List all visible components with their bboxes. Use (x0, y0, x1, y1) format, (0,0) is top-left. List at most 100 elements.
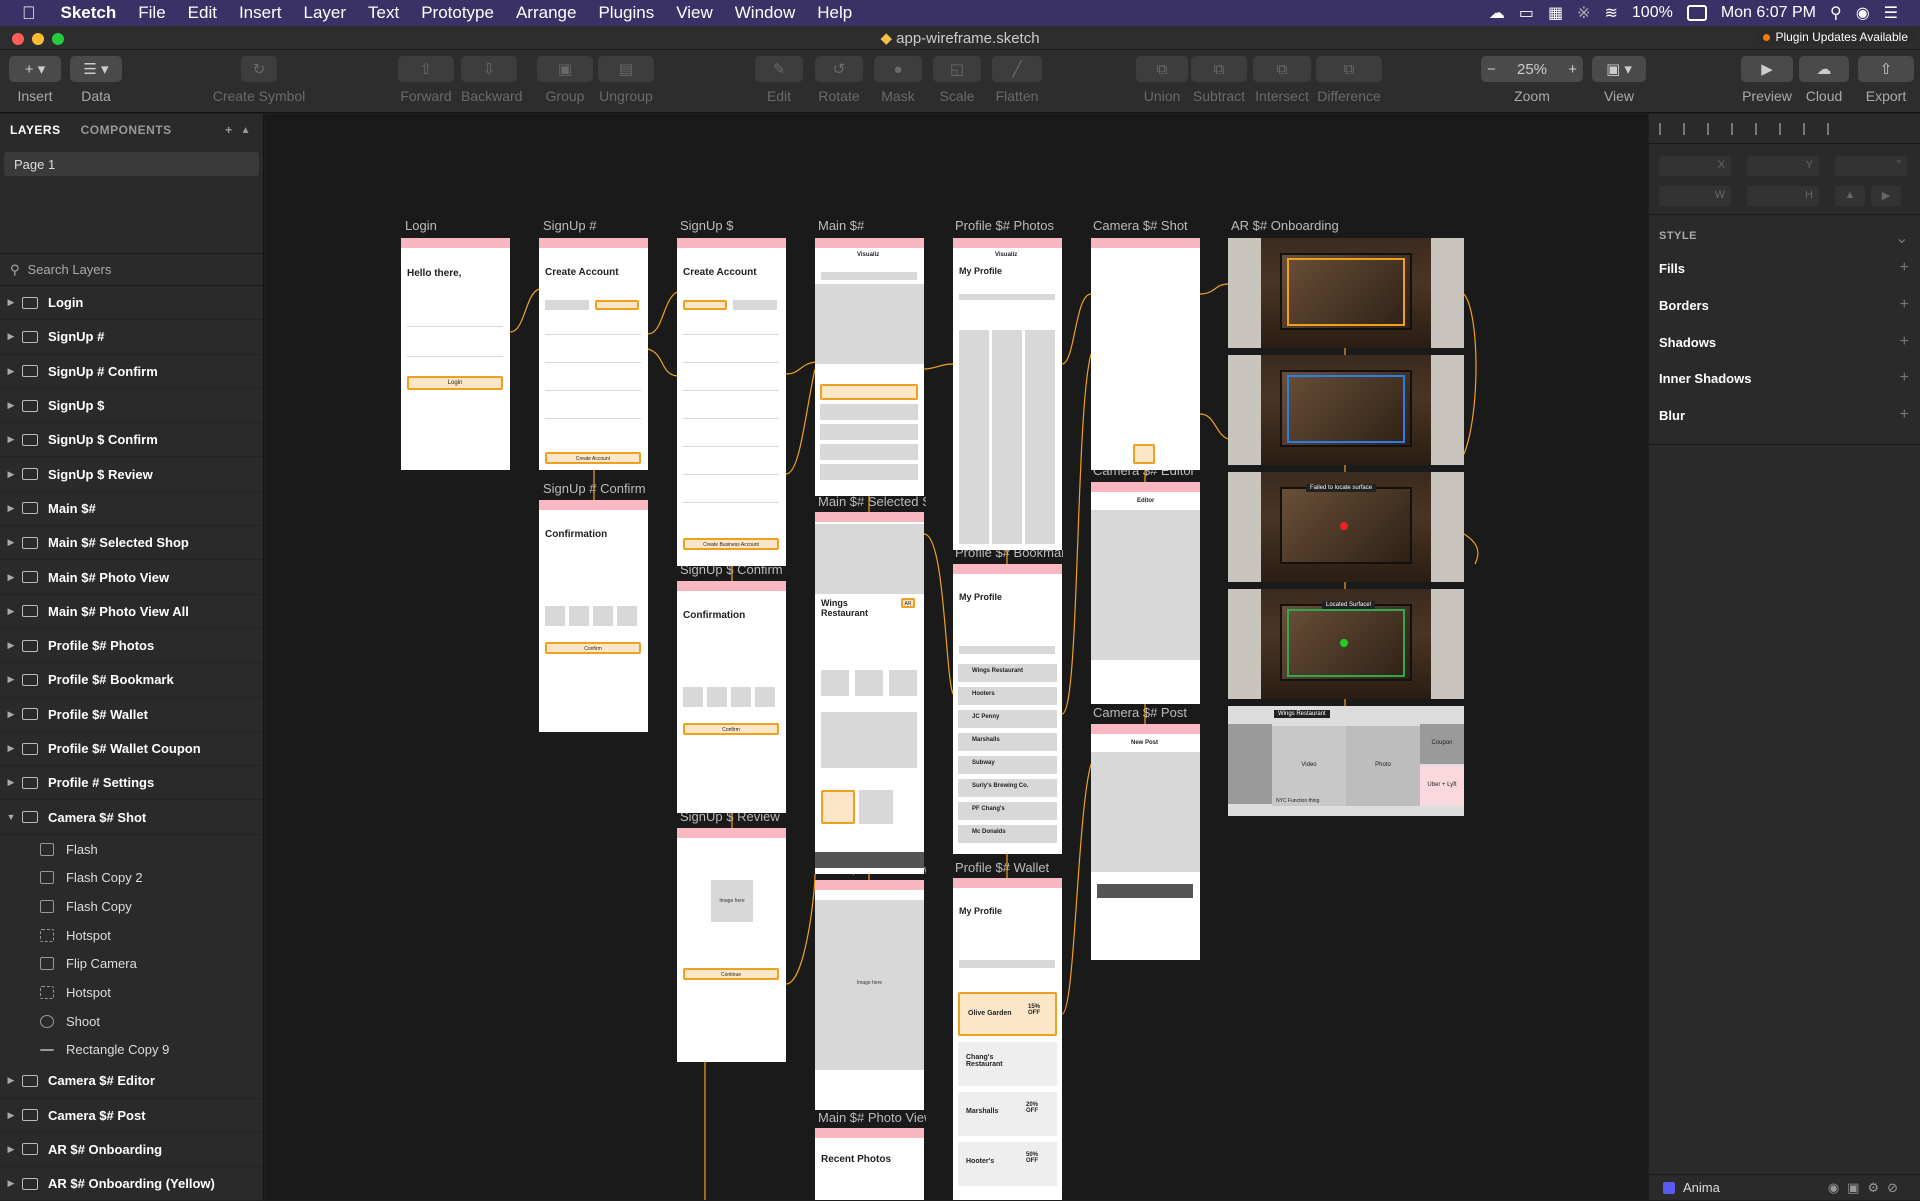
disclosure-closed-icon[interactable]: ▶ (0, 640, 22, 651)
layer-child-row[interactable]: Shoot (0, 1007, 263, 1036)
disclosure-closed-icon[interactable]: ▶ (0, 1178, 22, 1189)
rotation-field[interactable]: ° (1835, 156, 1907, 176)
chevron-down-icon[interactable]: ⌄ (1895, 228, 1909, 248)
battery-icon[interactable] (1686, 5, 1707, 21)
insert-tool[interactable]: + ▾ Insert (9, 56, 61, 104)
disclosure-closed-icon[interactable]: ▶ (0, 434, 22, 445)
search-input[interactable]: Search Layers (28, 262, 112, 277)
plus-icon[interactable]: + ▾ (9, 56, 61, 82)
backward-icon[interactable]: ⇩ (461, 56, 517, 82)
disclosure-closed-icon[interactable]: ▶ (0, 400, 22, 411)
menu-plugins[interactable]: Plugins (587, 3, 665, 23)
disclosure-closed-icon[interactable]: ▶ (0, 503, 22, 514)
layer-search[interactable]: ⚲ Search Layers (0, 254, 263, 286)
disclosure-closed-icon[interactable]: ▶ (0, 777, 22, 788)
blur-section[interactable]: Blur + (1659, 406, 1909, 423)
edit-tool[interactable]: ✎ Edit (755, 56, 803, 104)
menu-insert[interactable]: Insert (228, 3, 293, 23)
layer-row[interactable]: ▶ Main $# (0, 492, 263, 527)
forward-tool[interactable]: ⇧ Forward (398, 56, 454, 104)
align-bottom-icon[interactable] (1803, 122, 1815, 135)
anima-bar[interactable]: Anima ◉▣⚙⊘ (1649, 1174, 1920, 1200)
apple-icon[interactable]:  (0, 3, 50, 24)
y-field[interactable]: Y (1747, 156, 1819, 176)
zoom-in-icon[interactable]: + (1568, 61, 1577, 78)
rotate-icon[interactable]: ↺ (815, 56, 863, 82)
layer-row[interactable]: ▶ Main $# Selected Shop (0, 526, 263, 561)
tab-components[interactable]: COMPONENTS (71, 123, 182, 137)
layer-row[interactable]: ▶ Main $# Photo View (0, 560, 263, 595)
export-icon[interactable]: ⇧ (1858, 56, 1914, 82)
layer-row[interactable]: ▶ Profile $# Wallet Coupon (0, 732, 263, 767)
layer-child-row[interactable]: Hotspot (0, 921, 263, 950)
menu-view[interactable]: View (665, 3, 724, 23)
distribute-vertical-icon[interactable] (1827, 122, 1839, 135)
difference-icon[interactable]: ⧉ (1316, 56, 1382, 82)
group-icon[interactable]: ▣ (537, 56, 593, 82)
layers-icon[interactable]: ☰ ▾ (70, 56, 122, 82)
disclosure-closed-icon[interactable]: ▶ (0, 297, 22, 308)
add-border-icon[interactable]: + (1900, 296, 1909, 314)
zoom-stepper[interactable]: − 25% + (1481, 56, 1583, 82)
inner-shadows-section[interactable]: Inner Shadows + (1659, 369, 1909, 386)
disclosure-closed-icon[interactable]: ▶ (0, 743, 22, 754)
ungroup-icon[interactable]: ▤ (598, 56, 654, 82)
flip-vertical-icon[interactable]: ▶ (1871, 186, 1901, 206)
flip-horizontal-icon[interactable]: ▲ (1835, 186, 1865, 206)
layer-row[interactable]: ▶ Main $# Photo View All (0, 595, 263, 629)
data-tool[interactable]: ☰ ▾ Data (70, 56, 122, 104)
disclosure-closed-icon[interactable]: ▶ (0, 606, 22, 617)
height-field[interactable]: H (1747, 186, 1819, 206)
wifi-icon[interactable]: ≋ (1604, 3, 1617, 23)
disclosure-closed-icon[interactable]: ▶ (0, 1110, 22, 1121)
export-tool[interactable]: ⇧ Export (1858, 56, 1914, 104)
layer-row[interactable]: ▶ SignUp # Confirm (0, 355, 263, 389)
layer-row[interactable]: ▶ AR $# Onboarding (0, 1133, 263, 1168)
preview-tool[interactable]: ▶ Preview (1741, 56, 1793, 104)
zoom-value[interactable]: 25% (1517, 61, 1547, 78)
subtract-icon[interactable]: ⧉ (1191, 56, 1247, 82)
menu-arrange[interactable]: Arrange (505, 3, 587, 23)
control-center-icon[interactable]: ☰ (1884, 3, 1898, 23)
fills-section[interactable]: Fills + (1659, 259, 1909, 277)
difference-tool[interactable]: ⧉ Difference (1316, 56, 1382, 104)
creative-cloud-icon[interactable]: ☁ (1489, 3, 1505, 23)
disclosure-closed-icon[interactable]: ▶ (0, 537, 22, 548)
shadows-section[interactable]: Shadows + (1659, 333, 1909, 350)
layer-row[interactable]: ▶ Login (0, 286, 263, 321)
play-icon[interactable]: ▶ (1741, 56, 1793, 82)
disclosure-closed-icon[interactable]: ▶ (0, 709, 22, 720)
disclosure-closed-icon[interactable]: ▶ (0, 366, 22, 377)
align-center-icon[interactable] (1683, 122, 1695, 135)
menu-text[interactable]: Text (357, 3, 410, 23)
style-section-header[interactable]: STYLE ⌄ (1659, 230, 1909, 247)
siri-icon[interactable]: ◉ (1856, 3, 1870, 23)
union-icon[interactable]: ⧉ (1136, 56, 1188, 82)
scale-tool[interactable]: ◱ Scale (933, 56, 981, 104)
align-middle-icon[interactable] (1779, 122, 1791, 135)
symbol-icon[interactable]: ↻ (241, 56, 277, 82)
group-tool[interactable]: ▣ Group (537, 56, 593, 104)
menu-app-name[interactable]: Sketch (50, 3, 128, 23)
layer-row[interactable]: ▶ AR $# Onboarding (Yellow) (0, 1167, 263, 1201)
zoom-out-icon[interactable]: − (1487, 61, 1496, 78)
align-right-icon[interactable] (1731, 122, 1743, 135)
layer-child-row[interactable]: Hotspot (0, 978, 263, 1007)
layer-child-row[interactable]: Flash Copy (0, 892, 263, 921)
distribute-horizontal-icon[interactable] (1707, 122, 1719, 135)
disclosure-closed-icon[interactable]: ▶ (0, 331, 22, 342)
menu-file[interactable]: File (127, 3, 176, 23)
layer-row[interactable]: ▶ SignUp $ Review (0, 457, 263, 492)
layer-row[interactable]: ▶ SignUp # (0, 320, 263, 355)
mask-tool[interactable]: ● Mask (874, 56, 922, 104)
borders-section[interactable]: Borders + (1659, 296, 1909, 314)
anima-tools-icon[interactable]: ◉▣⚙⊘ (1828, 1180, 1920, 1196)
menu-edit[interactable]: Edit (177, 3, 228, 23)
disclosure-closed-icon[interactable]: ▶ (0, 674, 22, 685)
cloud-tool[interactable]: ☁ Cloud (1799, 56, 1849, 104)
layer-child-row[interactable]: Flash (0, 835, 263, 864)
subtract-tool[interactable]: ⧉ Subtract (1191, 56, 1247, 104)
layer-row[interactable]: ▶ Profile $# Wallet (0, 698, 263, 732)
add-fill-icon[interactable]: + (1900, 259, 1909, 277)
add-page-icon[interactable]: + (225, 123, 241, 137)
